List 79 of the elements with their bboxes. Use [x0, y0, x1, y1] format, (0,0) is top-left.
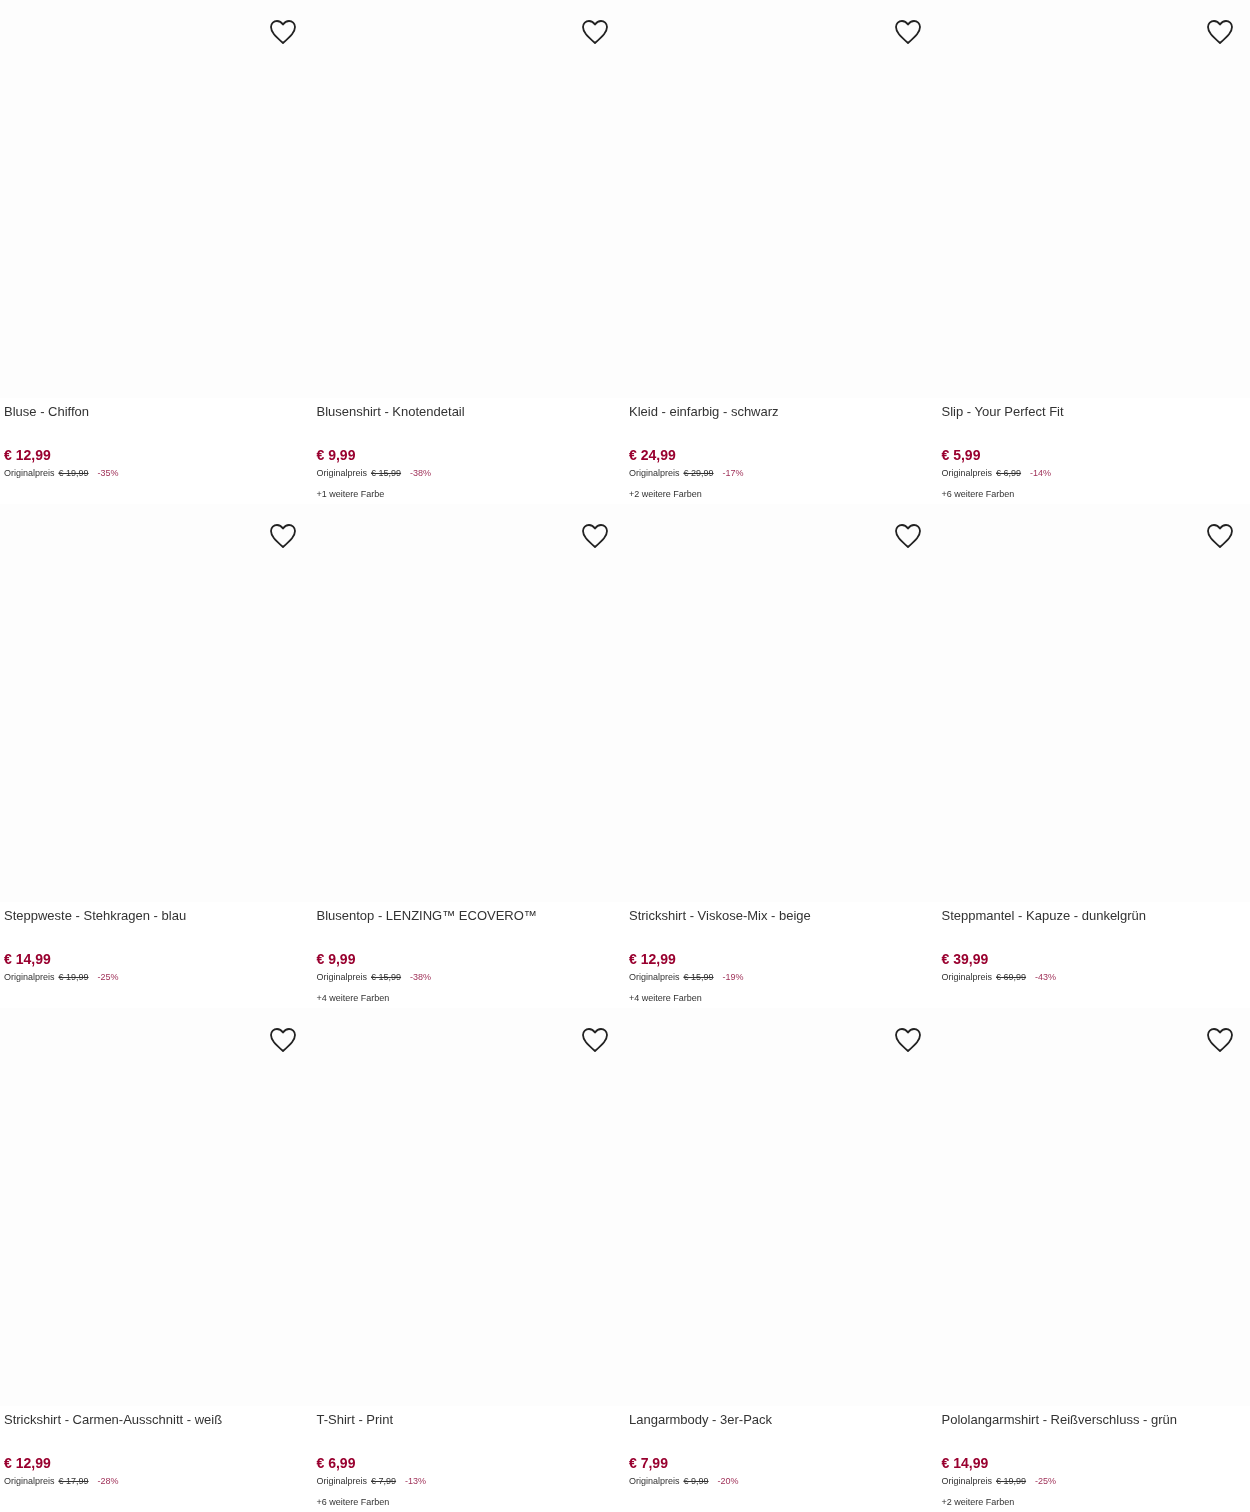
discount-percentage: -38%	[410, 467, 432, 480]
product-title[interactable]: Bluse - Chiffon	[4, 398, 313, 426]
original-price: € 17,99	[58, 1475, 89, 1488]
discount-percentage: -25%	[1035, 1475, 1057, 1488]
product-title[interactable]: Steppmantel - Kapuze - dunkelgrün	[941, 902, 1250, 930]
original-price: € 19,99	[58, 971, 89, 984]
sale-price: € 14,99	[4, 950, 51, 969]
discount-percentage: -35%	[97, 467, 119, 480]
discount-percentage: -19%	[722, 971, 744, 984]
heart-icon[interactable]	[893, 19, 922, 45]
heart-icon[interactable]	[581, 1027, 609, 1053]
original-price-label: Originalpreis	[4, 971, 55, 984]
discount-percentage: -20%	[717, 1475, 739, 1488]
original-price-label: Originalpreis	[941, 467, 993, 480]
original-price: € 29,99	[683, 467, 714, 480]
heart-icon[interactable]	[1206, 19, 1234, 45]
product-title[interactable]: Pololangarmshirt - Reißverschluss - grün	[941, 1406, 1250, 1434]
heart-icon[interactable]	[1206, 523, 1234, 549]
sale-price: € 9,99	[316, 950, 356, 969]
product-title[interactable]: Langarmbody - 3er-Pack	[629, 1406, 938, 1434]
original-price: € 15,99	[371, 467, 402, 480]
heart-icon[interactable]	[893, 1027, 922, 1053]
product-title[interactable]: Strickshirt - Carmen-Ausschnitt - weiß	[4, 1406, 313, 1434]
sale-price: € 39,99	[941, 950, 989, 969]
original-price-label: Originalpreis	[4, 1475, 55, 1488]
original-price-label: Originalpreis	[629, 971, 680, 984]
product-title[interactable]: Blusentop - LENZING™ ECOVERO™	[316, 902, 625, 930]
sale-price: € 12,99	[629, 950, 676, 969]
product-title[interactable]: T-Shirt - Print	[316, 1406, 625, 1434]
sale-price: € 12,99	[4, 1454, 51, 1473]
sale-price: € 24,99	[629, 446, 676, 465]
sale-price: € 7,99	[629, 1454, 668, 1473]
discount-percentage: -43%	[1035, 971, 1057, 984]
discount-percentage: -13%	[405, 1475, 427, 1488]
original-price-label: Originalpreis	[316, 971, 368, 984]
discount-percentage: -17%	[722, 467, 744, 480]
sale-price: € 5,99	[941, 446, 981, 465]
original-price-label: Originalpreis	[629, 467, 680, 480]
more-colors-link[interactable]: +1 weitere Farbe	[316, 487, 385, 501]
discount-percentage: -38%	[410, 971, 432, 984]
more-colors-link[interactable]: +4 weitere Farben	[316, 991, 390, 1005]
original-price-label: Originalpreis	[941, 971, 993, 984]
original-price: € 19,99	[996, 1475, 1027, 1488]
product-title[interactable]: Blusenshirt - Knotendetail	[316, 398, 625, 426]
product-title[interactable]: Slip - Your Perfect Fit	[941, 398, 1250, 426]
original-price: € 15,99	[371, 971, 402, 984]
original-price-label: Originalpreis	[316, 467, 368, 480]
heart-icon[interactable]	[268, 19, 297, 45]
sale-price: € 12,99	[4, 446, 51, 465]
discount-percentage: -14%	[1030, 467, 1052, 480]
product-title[interactable]: Kleid - einfarbig - schwarz	[629, 398, 938, 426]
original-price-label: Originalpreis	[316, 1475, 368, 1488]
more-colors-link[interactable]: +4 weitere Farben	[629, 991, 702, 1005]
original-price-label: Originalpreis	[629, 1475, 680, 1488]
heart-icon[interactable]	[268, 523, 297, 549]
original-price: € 69,99	[996, 971, 1027, 984]
sale-price: € 14,99	[941, 1454, 989, 1473]
heart-icon[interactable]	[581, 19, 609, 45]
discount-percentage: -25%	[97, 971, 119, 984]
original-price: € 9,99	[683, 1475, 709, 1488]
sale-price: € 6,99	[316, 1454, 356, 1473]
heart-icon[interactable]	[893, 523, 922, 549]
original-price: € 6,99	[996, 467, 1022, 480]
heart-icon[interactable]	[268, 1027, 297, 1053]
original-price: € 15,99	[683, 971, 714, 984]
original-price-label: Originalpreis	[4, 467, 55, 480]
product-title[interactable]: Steppweste - Stehkragen - blau	[4, 902, 313, 930]
discount-percentage: -28%	[97, 1475, 119, 1488]
heart-icon[interactable]	[1206, 1027, 1234, 1053]
original-price-label: Originalpreis	[941, 1475, 993, 1488]
more-colors-link[interactable]: +2 weitere Farben	[941, 1495, 1015, 1509]
original-price: € 19,99	[58, 467, 89, 480]
sale-price: € 9,99	[316, 446, 356, 465]
more-colors-link[interactable]: +6 weitere Farben	[316, 1495, 390, 1509]
original-price: € 7,99	[371, 1475, 397, 1488]
more-colors-link[interactable]: +6 weitere Farben	[941, 487, 1015, 501]
more-colors-link[interactable]: +2 weitere Farben	[629, 487, 702, 501]
product-title[interactable]: Strickshirt - Viskose-Mix - beige	[629, 902, 938, 930]
heart-icon[interactable]	[581, 523, 609, 549]
